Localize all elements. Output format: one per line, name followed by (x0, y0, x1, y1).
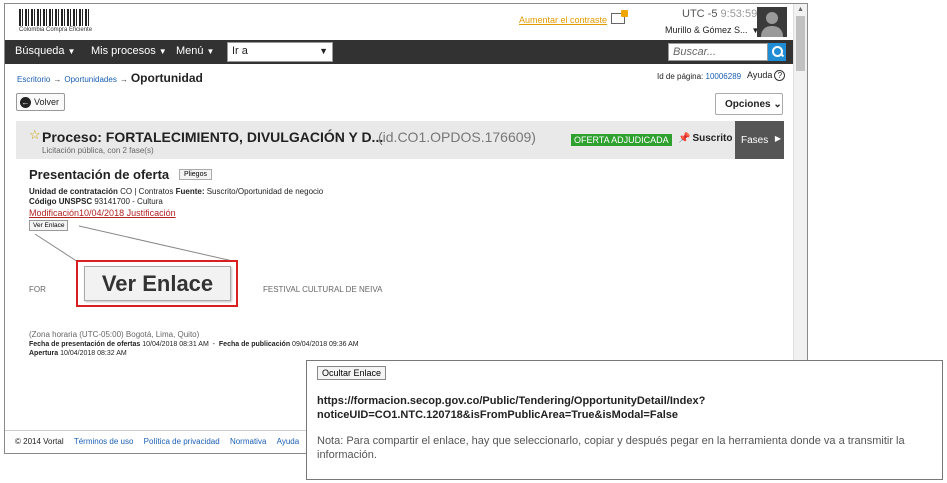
zoom-highlight: Ver Enlace (76, 260, 238, 307)
footer-rules-link[interactable]: Normativa (230, 437, 266, 446)
link-url-line-1: https://formacion.secop.gov.co/Public/Te… (317, 395, 706, 407)
callout-line-right (78, 225, 238, 263)
publication-label: Fecha de publicación (218, 341, 291, 348)
link-url[interactable]: https://formacion.secop.gov.co/Public/Te… (317, 394, 917, 422)
publication-value: 09/04/2018 09:36 AM (292, 341, 359, 348)
opening-label: Apertura (29, 350, 59, 357)
opening-value: 10/04/2018 08:32 AM (60, 350, 127, 357)
copyright: © 2014 Vortal (15, 437, 64, 446)
scrollbar-thumb[interactable] (796, 16, 805, 71)
offers-label: Fecha de presentación de ofertas (29, 341, 141, 348)
link-popup: Ocultar Enlace https://formacion.secop.g… (306, 360, 943, 480)
for-text: FOR (29, 285, 46, 294)
callout-line-left (34, 233, 79, 263)
footer-help-link[interactable]: Ayuda (277, 437, 300, 446)
timezone-note: (Zona horaria (UTC-05:00) Bogotá, Lima, … (29, 330, 200, 339)
opening-line: Apertura 10/04/2018 08:32 AM (29, 350, 127, 357)
offers-value: 10/04/2018 08:31 AM (142, 341, 209, 348)
scroll-up-icon[interactable]: ▲ (797, 6, 804, 13)
dates-line: Fecha de presentación de ofertas 10/04/2… (29, 341, 359, 348)
dates-separator: - (212, 341, 216, 348)
festival-text: FESTIVAL CULTURAL DE NEIVA (263, 285, 383, 294)
footer-privacy-link[interactable]: Política de privacidad (144, 437, 220, 446)
share-note: Nota: Para compartir el enlace, hay que … (317, 435, 905, 461)
ver-enlace-zoomed-button[interactable]: Ver Enlace (84, 266, 231, 301)
hide-link-button[interactable]: Ocultar Enlace (317, 366, 387, 380)
footer-terms-link[interactable]: Términos de uso (74, 437, 134, 446)
link-url-line-2: noticeUID=CO1.NTC.120718&isFromPublicAre… (317, 409, 678, 421)
